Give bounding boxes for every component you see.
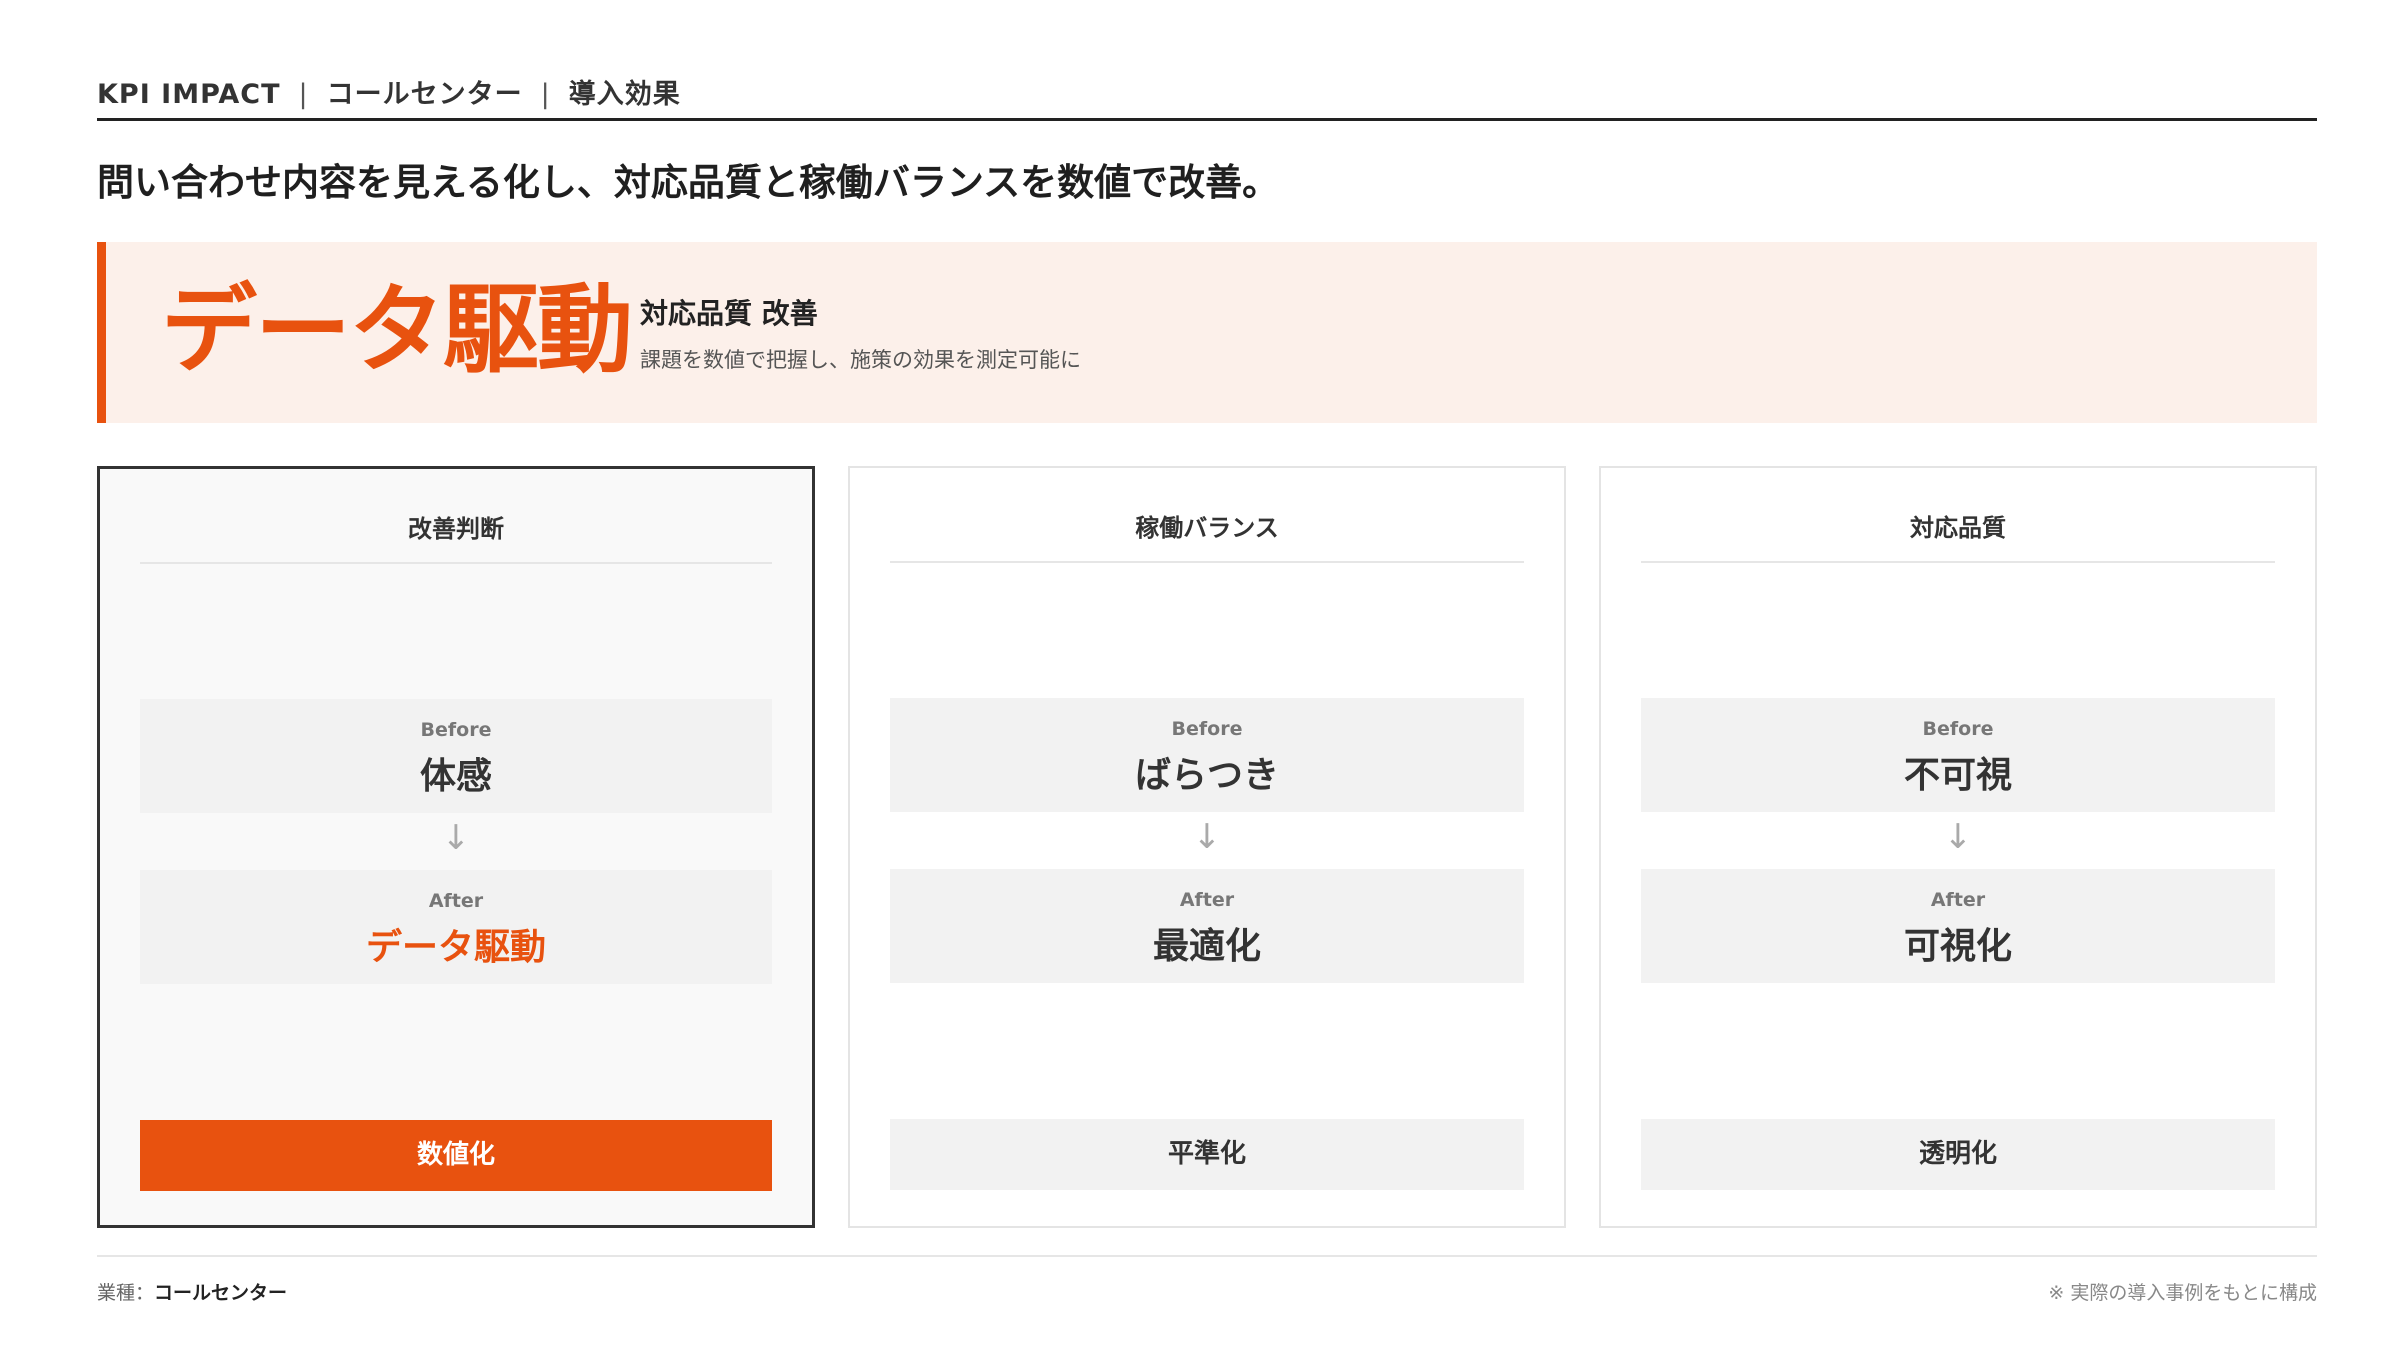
before-value: 体感 [419, 756, 492, 797]
footer-divider [97, 1255, 2317, 1257]
footer-industry: 業種：コールセンター [97, 1278, 287, 1305]
before-box: Before 不可視 [1641, 698, 2275, 812]
after-value: 可視化 [1903, 926, 2012, 967]
before-value: 不可視 [1903, 755, 2012, 796]
after-box: After 最適化 [890, 869, 1524, 983]
header-title: KPI IMPACT [97, 79, 281, 110]
card-title: 稼働バランス [1135, 514, 1279, 542]
arrow-down-icon: ↓ [1192, 817, 1222, 857]
card-title: 改善判断 [408, 515, 504, 543]
header-section: 導入効果 [568, 79, 681, 110]
before-value: ばらつき [1134, 755, 1279, 796]
card-response-quality: 対応品質 Before 不可視 ↓ After 可視化 透明化 [1599, 466, 2317, 1228]
header-industry: コールセンター [326, 79, 523, 110]
after-value: 最適化 [1152, 926, 1261, 967]
before-label: Before [1922, 718, 1994, 740]
page-header: KPI IMPACT | コールセンター | 導入効果 [97, 72, 2317, 111]
footer-note: ※ 実際の導入事例をもとに構成 [2048, 1282, 2317, 1304]
card-workload-balance: 稼働バランス Before ばらつき ↓ After 最適化 平準化 [848, 466, 1566, 1228]
after-label: After [1930, 889, 1986, 911]
after-label: After [1179, 889, 1235, 911]
hero-banner: データ駆動 対応品質 改善 課題を数値で把握し、施策の効果を測定可能に [97, 242, 2317, 423]
footer-industry-label: 業種： [97, 1282, 155, 1304]
arrow-down-icon: ↓ [441, 818, 471, 858]
header-separator: | [298, 79, 309, 110]
card-improvement-decision: 改善判断 Before 体感 ↓ After データ駆動 数値化 [97, 466, 815, 1228]
card-tag: 数値化 [140, 1120, 772, 1191]
footer-industry-value: コールセンター [154, 1282, 288, 1304]
hero-big-text: データ駆動 [161, 274, 633, 386]
before-box: Before ばらつき [890, 698, 1524, 812]
before-box: Before 体感 [140, 699, 772, 813]
hero-subtitle: 課題を数値で把握し、施策の効果を測定可能に [640, 348, 1081, 372]
card-title: 対応品質 [1910, 514, 2006, 542]
card-tag: 透明化 [1641, 1119, 2275, 1190]
header-separator: | [540, 79, 551, 110]
card-divider [140, 562, 772, 564]
card-divider [890, 561, 1524, 563]
after-value: データ駆動 [365, 927, 546, 968]
card-tag: 平準化 [890, 1119, 1524, 1190]
after-box: After データ駆動 [140, 870, 772, 984]
headline: 問い合わせ内容を見える化し、対応品質と稼働バランスを数値で改善。 [97, 161, 1280, 204]
after-label: After [428, 890, 484, 912]
header-divider [97, 118, 2317, 121]
before-label: Before [1171, 718, 1243, 740]
after-box: After 可視化 [1641, 869, 2275, 983]
card-divider [1641, 561, 2275, 563]
hero-title: 対応品質 改善 [640, 297, 818, 330]
before-label: Before [420, 719, 492, 741]
arrow-down-icon: ↓ [1943, 817, 1973, 857]
